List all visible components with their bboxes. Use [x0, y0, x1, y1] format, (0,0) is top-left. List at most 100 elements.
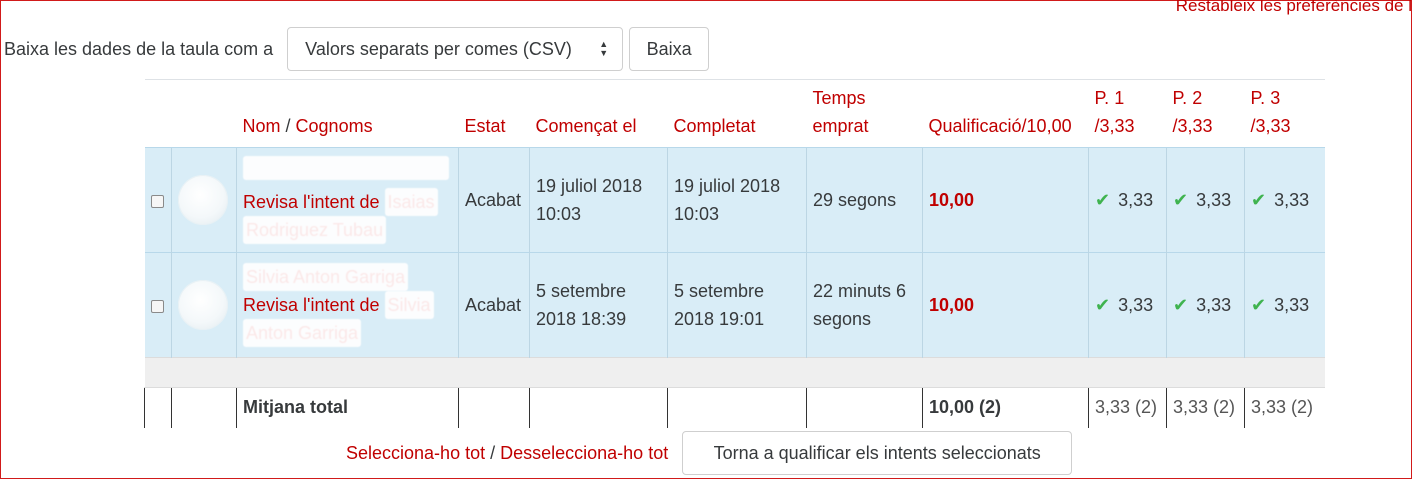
row-q3-cell: ✔ 3,33: [1244, 147, 1325, 253]
table-row: Revisa l'intent de Isaias Rodriguez Tuba…: [144, 147, 1325, 253]
table-spacer-row: [144, 357, 1325, 388]
correct-check-icon: ✔: [1173, 295, 1189, 315]
overall-average-label: Mitjana total: [236, 387, 459, 428]
total-empty-cell: [667, 387, 807, 428]
correct-check-icon: ✔: [1251, 190, 1267, 210]
row-q2-cell: ✔ 3,33: [1166, 147, 1245, 253]
overall-average-row: Mitjana total 10,00 (2) 3,33 (2) 3,33 (2…: [144, 387, 1325, 428]
sort-by-time-link[interactable]: Temps: [813, 88, 866, 108]
review-attempt-student-2[interactable]: Anton Garriga: [243, 319, 362, 347]
total-empty-cell: [529, 387, 668, 428]
sort-by-name-link[interactable]: Nom: [243, 116, 281, 136]
download-button[interactable]: Baixa: [629, 27, 710, 71]
student-name-link[interactable]: [243, 156, 449, 180]
review-attempt-link[interactable]: Revisa l'intent de: [243, 295, 380, 315]
row-q1-cell: ✔ 3,33: [1088, 147, 1167, 253]
sort-by-grade-link[interactable]: Qualificació/10,00: [929, 116, 1072, 136]
row-completed: 19 juliol 2018 10:03: [667, 147, 807, 253]
header-completed[interactable]: Completat: [668, 80, 807, 148]
header-name: Nom / Cognoms: [237, 80, 459, 148]
correct-check-icon: ✔: [1095, 190, 1111, 210]
row-completed-date: 5 setembre: [674, 281, 765, 301]
row-name-cell: Revisa l'intent de Isaias Rodriguez Tuba…: [236, 147, 459, 253]
row-time-taken-text: 22 minuts 6: [813, 281, 907, 301]
sort-by-q2-link[interactable]: P. 2: [1173, 88, 1203, 108]
review-attempt-student[interactable]: Isaias: [384, 188, 438, 216]
sort-by-started-link[interactable]: Començat el: [536, 116, 637, 136]
row-started: 19 juliol 2018 10:03: [529, 147, 668, 253]
overall-average-q3: 3,33 (2): [1244, 387, 1325, 428]
row-q1-mark[interactable]: 3,33: [1118, 190, 1153, 210]
row-started-time: 2018 18:39: [536, 309, 627, 329]
row-q1-cell: ✔ 3,33: [1088, 252, 1167, 358]
download-label: Baixa les dades de la taula com a: [4, 38, 274, 59]
row-started: 5 setembre 2018 18:39: [529, 252, 668, 358]
row-time-taken: 22 minuts 6 segons: [806, 252, 923, 358]
spacer-cell: [144, 357, 1325, 388]
overall-average-grade: 10,00 (2): [922, 387, 1089, 428]
reset-preferences-link[interactable]: Restableix les preferències de l: [1176, 0, 1412, 16]
header-q1[interactable]: P. 1 /3,33: [1089, 80, 1167, 148]
row-state: Acabat: [458, 252, 530, 358]
row-time-taken-text: 29 segons: [813, 190, 897, 210]
row-checkbox[interactable]: [150, 299, 164, 313]
correct-check-icon: ✔: [1095, 295, 1111, 315]
avatar[interactable]: [178, 280, 228, 330]
sort-by-time-link-line2[interactable]: emprat: [813, 116, 869, 136]
header-q2[interactable]: P. 2 /3,33: [1167, 80, 1245, 148]
header-time-taken[interactable]: Temps emprat: [807, 80, 923, 148]
correct-check-icon: ✔: [1251, 295, 1267, 315]
row-grade-link[interactable]: 10,00: [929, 190, 974, 210]
row-q3-mark[interactable]: 3,33: [1274, 295, 1309, 315]
sort-by-surname-link[interactable]: Cognoms: [296, 116, 373, 136]
sort-by-state-link[interactable]: Estat: [465, 116, 506, 136]
row-grade-cell: 10,00: [922, 252, 1089, 358]
row-name-cell: Silvia Anton Garriga Revisa l'intent de …: [236, 252, 459, 358]
row-q1-mark[interactable]: 3,33: [1118, 295, 1153, 315]
row-checkbox[interactable]: [150, 194, 164, 208]
q2-max[interactable]: /3,33: [1173, 116, 1213, 136]
header-state[interactable]: Estat: [459, 80, 530, 148]
row-q2-mark[interactable]: 3,33: [1196, 295, 1231, 315]
row-grade-link[interactable]: 10,00: [929, 295, 974, 315]
row-select-cell: [144, 252, 172, 358]
q1-max[interactable]: /3,33: [1095, 116, 1135, 136]
row-q2-cell: ✔ 3,33: [1166, 252, 1245, 358]
row-q3-cell: ✔ 3,33: [1244, 252, 1325, 358]
review-attempt-student-2[interactable]: Rodriguez Tubau: [243, 216, 387, 244]
total-empty-cell: [171, 387, 237, 428]
review-attempt-link[interactable]: Revisa l'intent de: [243, 192, 380, 212]
row-q3-mark[interactable]: 3,33: [1274, 190, 1309, 210]
overall-average-q1: 3,33 (2): [1088, 387, 1167, 428]
attempts-table: Nom / Cognoms Estat Començat el Completa…: [144, 79, 1325, 428]
total-empty-cell: [458, 387, 530, 428]
row-completed-time: 2018 19:01: [674, 309, 765, 329]
avatar[interactable]: [178, 175, 228, 225]
review-attempt-student[interactable]: Silvia: [384, 291, 434, 319]
regrade-selected-button[interactable]: Torna a qualificar els intents seleccion…: [682, 431, 1073, 475]
download-format-value: Valors separats per comes (CSV): [305, 38, 572, 59]
row-started-time: 10:03: [536, 204, 582, 224]
row-completed-date: 19 juliol 2018: [674, 176, 781, 196]
header-q3[interactable]: P. 3 /3,33: [1245, 80, 1325, 148]
sort-by-completed-link[interactable]: Completat: [674, 116, 756, 136]
row-time-taken-text-2: segons: [813, 309, 872, 329]
header-started[interactable]: Començat el: [530, 80, 668, 148]
row-started-date: 19 juliol 2018: [536, 176, 643, 196]
row-q2-mark[interactable]: 3,33: [1196, 190, 1231, 210]
deselect-all-link[interactable]: Desselecciona-ho tot: [500, 443, 668, 464]
correct-check-icon: ✔: [1173, 190, 1189, 210]
select-all-link[interactable]: Selecciona-ho tot: [346, 443, 485, 464]
row-completed-time: 10:03: [674, 204, 720, 224]
sort-by-q1-link[interactable]: P. 1: [1095, 88, 1125, 108]
sort-by-q3-link[interactable]: P. 3: [1251, 88, 1281, 108]
select-arrows-icon: ▲ ▼: [599, 39, 609, 58]
student-name-link[interactable]: Silvia Anton Garriga: [243, 263, 409, 291]
row-select-cell: [144, 147, 172, 253]
row-grade-cell: 10,00: [922, 147, 1089, 253]
download-format-select[interactable]: Valors separats per comes (CSV) ▲ ▼: [287, 27, 624, 71]
q3-max[interactable]: /3,33: [1251, 116, 1291, 136]
row-started-date: 5 setembre: [536, 281, 627, 301]
header-grade[interactable]: Qualificació/10,00: [923, 80, 1089, 148]
total-empty-cell: [806, 387, 923, 428]
